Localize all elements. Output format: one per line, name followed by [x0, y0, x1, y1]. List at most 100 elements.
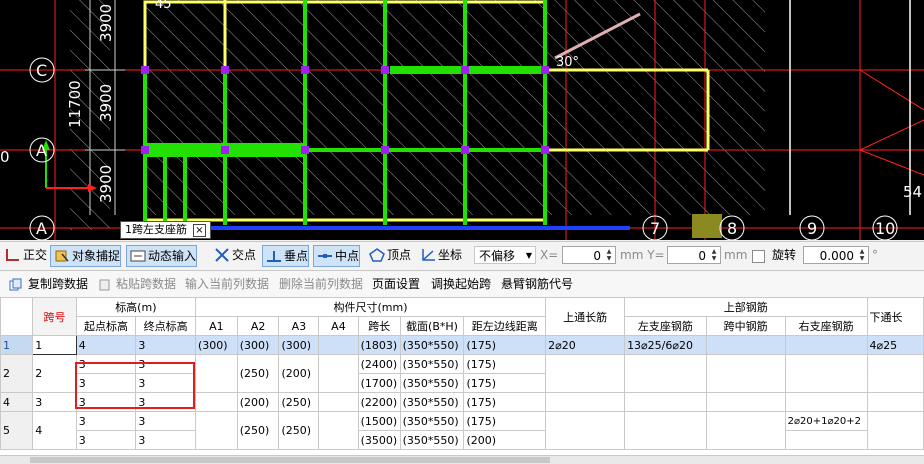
- spin-icon[interactable]: ▲ ▼: [857, 248, 867, 262]
- table-row[interactable]: 4 3 3 3 (200) (250) (2200) (350*550) (17…: [0, 392, 924, 412]
- a1-cell[interactable]: [194, 392, 238, 412]
- span-no-cell[interactable]: 2: [32, 354, 77, 393]
- a4-cell[interactable]: [318, 335, 359, 355]
- mid-span-cell[interactable]: [705, 335, 786, 355]
- end-elev-cell[interactable]: 3: [135, 354, 196, 374]
- row-header[interactable]: 4: [0, 392, 34, 412]
- page-setup-button[interactable]: 页面设置: [372, 276, 420, 292]
- dist-left-cell[interactable]: (175): [463, 354, 547, 374]
- start-elev-cell[interactable]: 3: [75, 392, 137, 412]
- cantilever-rebar-code-button[interactable]: 悬臂钢筋代号: [501, 276, 573, 292]
- object-snap-toggle[interactable]: 对象捕捉: [50, 245, 122, 267]
- span-length-cell[interactable]: (2400): [357, 354, 401, 374]
- right-support-cell[interactable]: [784, 392, 868, 412]
- mid-span-cell[interactable]: [705, 354, 786, 393]
- dynamic-input-toggle[interactable]: 动态输入: [126, 245, 198, 267]
- row-header[interactable]: 2: [0, 354, 34, 393]
- a2-cell[interactable]: (250): [236, 354, 280, 393]
- a2-cell[interactable]: (200): [236, 392, 280, 412]
- bottom-through-cell[interactable]: [866, 411, 924, 450]
- section-cell[interactable]: (350*550): [399, 373, 465, 393]
- a4-cell[interactable]: [318, 392, 359, 412]
- left-support-cell[interactable]: [624, 354, 707, 393]
- span-no-cell[interactable]: 4: [32, 411, 77, 450]
- coordinate-toggle[interactable]: 坐标: [417, 245, 462, 265]
- right-support-cell[interactable]: [784, 354, 868, 393]
- end-elev-cell[interactable]: 3: [135, 392, 196, 412]
- right-support-header[interactable]: 右支座钢筋: [784, 316, 868, 336]
- span-length-cell[interactable]: (3500): [357, 430, 401, 450]
- top-through-header[interactable]: 上通长筋: [545, 297, 626, 336]
- dist-left-cell[interactable]: (175): [463, 411, 547, 431]
- offset-select[interactable]: 不偏移 ▼: [474, 246, 536, 264]
- close-icon[interactable]: ×: [193, 223, 206, 237]
- dist-left-cell[interactable]: (200): [463, 430, 547, 450]
- dist-left-cell[interactable]: (175): [463, 335, 547, 355]
- paste-span-data-button[interactable]: 粘贴跨数据: [116, 276, 176, 292]
- midpoint-toggle[interactable]: 中点: [313, 245, 361, 267]
- bottom-through-cell[interactable]: 4⌀25: [866, 335, 924, 355]
- span-length-cell[interactable]: (1700): [357, 373, 401, 393]
- row-header[interactable]: 1: [0, 335, 34, 355]
- rotate-input[interactable]: 0.000 ▲ ▼: [803, 246, 869, 264]
- spin-icon[interactable]: ▲ ▼: [709, 248, 719, 262]
- left-support-header[interactable]: 左支座钢筋: [624, 316, 707, 336]
- a3-cell[interactable]: (250): [278, 392, 320, 412]
- span-no-header[interactable]: 跨号: [32, 297, 77, 336]
- span-no-cell[interactable]: 1: [32, 335, 77, 355]
- scrollbar-thumb[interactable]: [30, 457, 550, 463]
- top-through-cell[interactable]: 2⌀20: [545, 335, 626, 355]
- y-coordinate-input[interactable]: 0 ▲ ▼: [667, 246, 721, 264]
- a4-header[interactable]: A4: [318, 316, 359, 336]
- right-support-cell[interactable]: 2⌀20+1⌀20+2: [784, 411, 868, 431]
- start-elev-cell[interactable]: 4: [75, 335, 137, 355]
- section-cell[interactable]: (350*550): [399, 335, 465, 355]
- mid-span-cell[interactable]: [705, 392, 786, 412]
- a2-cell[interactable]: (250): [236, 411, 280, 450]
- section-cell[interactable]: (350*550): [399, 411, 465, 431]
- start-elev-header[interactable]: 起点标高: [75, 316, 137, 336]
- spin-icon[interactable]: ▲ ▼: [604, 248, 614, 262]
- span-length-cell[interactable]: (2200): [357, 392, 401, 412]
- top-through-cell[interactable]: [545, 392, 626, 412]
- row-header[interactable]: 5: [0, 411, 34, 450]
- table-row[interactable]: 5 4 3 3 (250) (250) (1500) (350*550) (17…: [0, 411, 924, 450]
- left-support-cell[interactable]: 13⌀25/6⌀20: [624, 335, 707, 355]
- start-elev-cell[interactable]: 3: [75, 354, 137, 374]
- a3-cell[interactable]: (200): [278, 354, 320, 393]
- delete-column-data-button[interactable]: 删除当前列数据: [279, 276, 363, 292]
- a1-cell[interactable]: [194, 354, 238, 393]
- section-cell[interactable]: (350*550): [399, 430, 465, 450]
- top-through-cell[interactable]: [545, 411, 626, 450]
- copy-span-data-button[interactable]: 复制跨数据: [28, 276, 88, 292]
- x-coordinate-input[interactable]: 0 ▲ ▼: [562, 246, 616, 264]
- dist-left-cell[interactable]: (175): [463, 392, 547, 412]
- a4-cell[interactable]: [318, 411, 359, 450]
- mid-span-cell[interactable]: [705, 411, 786, 450]
- rotate-checkbox[interactable]: [752, 250, 765, 263]
- end-elev-cell[interactable]: 3: [135, 373, 196, 393]
- vertex-toggle[interactable]: 顶点: [366, 245, 411, 265]
- span-length-cell[interactable]: (1803): [357, 335, 401, 355]
- span-length-header[interactable]: 跨长: [357, 316, 401, 336]
- top-through-cell[interactable]: [545, 354, 626, 393]
- dist-left-cell[interactable]: (175): [463, 373, 547, 393]
- mid-span-header[interactable]: 跨中钢筋: [705, 316, 786, 336]
- a2-header[interactable]: A2: [236, 316, 280, 336]
- a3-cell[interactable]: (250): [278, 411, 320, 450]
- input-column-data-button[interactable]: 输入当前列数据: [185, 276, 269, 292]
- span-no-cell[interactable]: 3: [32, 392, 77, 412]
- left-support-cell[interactable]: [624, 411, 707, 450]
- span-length-cell[interactable]: (1500): [357, 411, 401, 431]
- dist-left-header[interactable]: 距左边线距离: [463, 316, 547, 336]
- table-row[interactable]: 3 3 (3500) (350*550) (200): [1, 430, 924, 450]
- end-elev-cell[interactable]: 3: [135, 430, 196, 450]
- end-elev-cell[interactable]: 3: [135, 335, 196, 355]
- section-cell[interactable]: (350*550): [399, 392, 465, 412]
- left-support-cell[interactable]: [624, 392, 707, 412]
- perpendicular-toggle[interactable]: 垂点: [262, 245, 310, 267]
- section-cell[interactable]: (350*550): [399, 354, 465, 374]
- a3-header[interactable]: A3: [278, 316, 320, 336]
- a1-cell[interactable]: (300): [194, 335, 238, 355]
- bottom-through-cell[interactable]: [866, 392, 924, 412]
